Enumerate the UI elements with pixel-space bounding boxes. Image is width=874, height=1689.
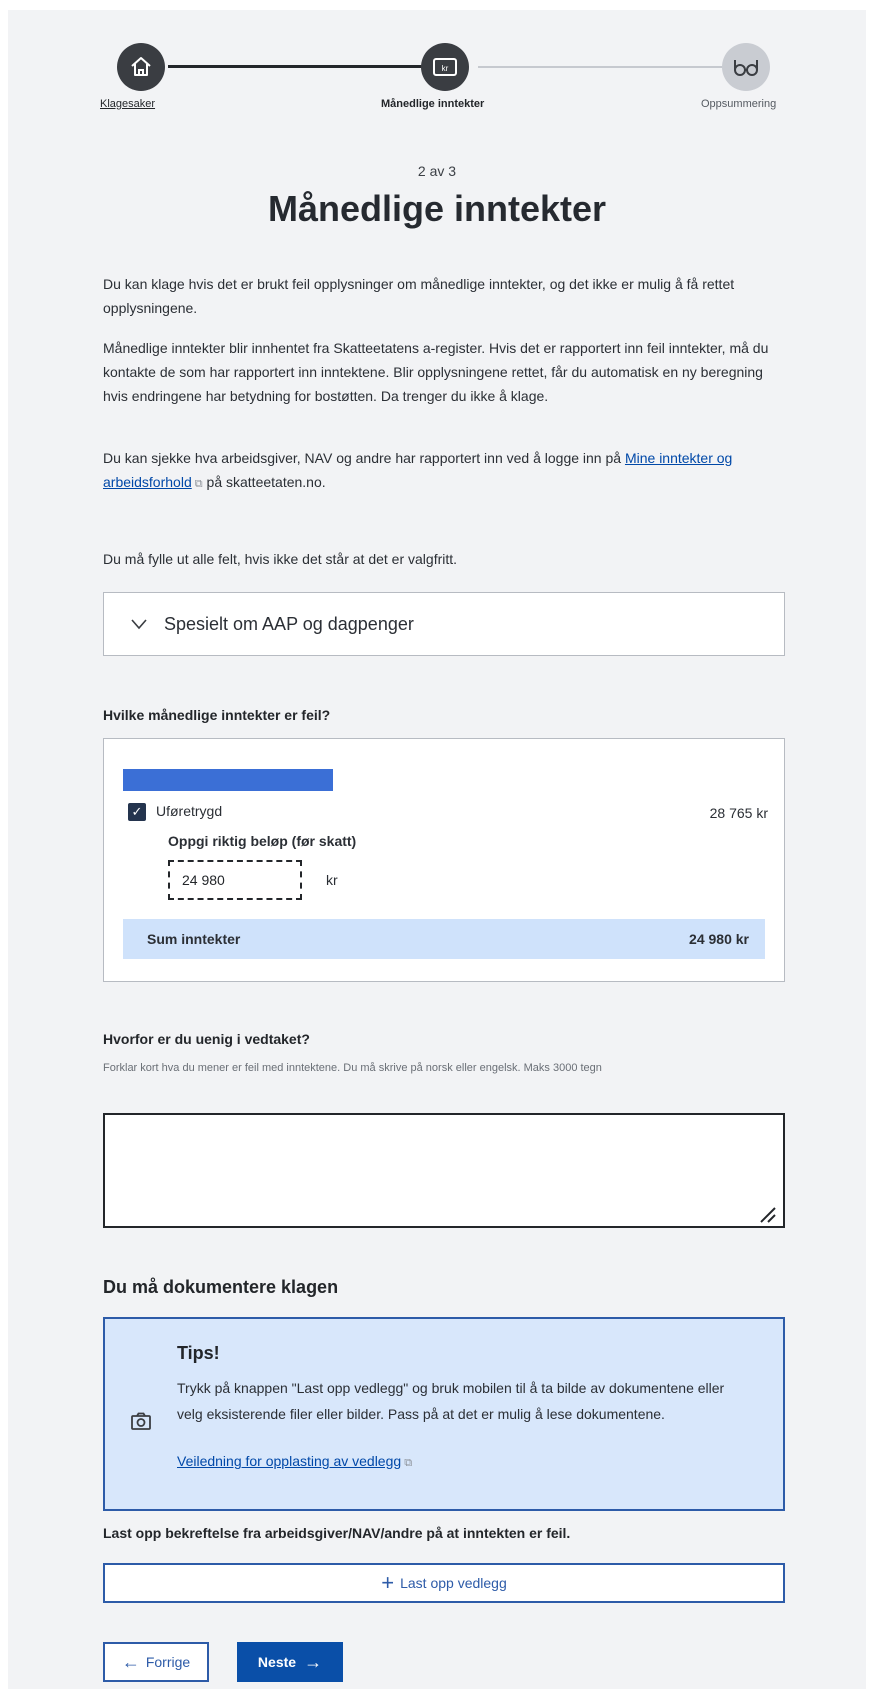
correct-amount-label: Oppgi riktig beløp (før skatt) <box>168 833 357 849</box>
arrow-right-icon: → <box>304 1651 323 1672</box>
documentation-heading: Du må dokumentere klagen <box>103 1277 339 1297</box>
uforetrygd-checkbox[interactable]: ✓ <box>128 803 146 821</box>
tips-text: Trykk på knappen "Last opp vedlegg" og b… <box>177 1380 725 1422</box>
amount-unit: kr <box>326 872 338 888</box>
step-2-label: Månedlige inntekter <box>381 98 485 110</box>
chevron-down-icon <box>131 619 147 630</box>
tips-link-wrapper: Veiledning for opplasting av vedlegg ⧉ <box>177 1453 412 1470</box>
why-label: Hvorfor er du uenig i vedtaket? <box>103 1031 310 1047</box>
previous-button-label: Forrige <box>145 1654 191 1670</box>
page: kr Klagesaker Månedlige inntekter Oppsum… <box>8 10 866 1689</box>
sum-row: Sum inntekter 24 980 kr <box>123 919 765 959</box>
previous-button[interactable]: ← Forrige <box>103 1642 209 1682</box>
correct-amount-input[interactable] <box>168 860 302 900</box>
sum-value: 24 980 kr <box>689 931 749 947</box>
intro-paragraph-2: Månedlige inntekter blir innhentet fra S… <box>103 340 769 404</box>
step-2-circle: kr <box>421 43 469 91</box>
upload-guide-link[interactable]: Veiledning for opplasting av vedlegg <box>177 1453 401 1469</box>
required-fields-note: Du må fylle ut alle felt, hvis ikke det … <box>103 551 458 567</box>
glasses-icon <box>734 60 758 76</box>
upload-attachment-button[interactable]: + Last opp vedlegg <box>103 1563 785 1603</box>
plus-icon: + <box>381 1570 395 1595</box>
next-button-label: Neste <box>257 1654 297 1670</box>
intro-paragraph-1: Du kan klage hvis det er brukt feil oppl… <box>103 276 735 316</box>
sum-label: Sum inntekter <box>147 931 241 947</box>
aap-dagpenger-accordion[interactable]: Spesielt om AAP og dagpenger <box>103 592 785 656</box>
income-question: Hvilke månedlige inntekter er feil? <box>103 707 331 723</box>
upload-button-label: Last opp vedlegg <box>400 1575 507 1591</box>
external-link-icon: ⧉ <box>401 1457 413 1469</box>
upload-note: Last opp bekreftelse fra arbeidsgiver/NA… <box>103 1525 571 1541</box>
step-counter: 2 av 3 <box>417 163 457 179</box>
intro-paragraph-3-text: Du kan sjekke hva arbeidsgiver, NAV og a… <box>103 450 622 466</box>
page-title: Månedlige inntekter <box>267 188 607 229</box>
why-textarea[interactable] <box>103 1113 785 1228</box>
income-item-label: Uføretrygd <box>156 803 223 819</box>
income-item-amount-value: 28 765 kr <box>709 805 768 821</box>
svg-text:kr: kr <box>442 64 449 73</box>
income-item-row: ✓ Uføretrygd 28 765 kr <box>128 799 768 825</box>
accordion-label: Spesielt om AAP og dagpenger <box>164 613 414 634</box>
step-3-circle <box>722 43 770 91</box>
camera-icon <box>131 1412 151 1430</box>
home-icon <box>131 57 151 76</box>
external-link-icon: ⧉ <box>191 478 203 490</box>
stepper-line-pending <box>478 66 726 68</box>
tips-box: Tips! Trykk på knappen "Last opp vedlegg… <box>103 1317 785 1511</box>
income-panel: ✓ Uføretrygd 28 765 kr Oppgi riktig belø… <box>103 738 785 982</box>
progress-stepper: kr Klagesaker Månedlige inntekter Oppsum… <box>8 10 866 120</box>
kr-icon: kr <box>433 58 457 76</box>
tips-title: Tips! <box>177 1343 220 1363</box>
step-1-link[interactable]: Klagesaker <box>100 98 155 110</box>
income-item-amount: 28 765 kr <box>710 805 768 821</box>
step-1-circle[interactable] <box>117 43 165 91</box>
why-hint: Forklar kort hva du mener er feil med in… <box>103 1062 602 1074</box>
intro-paragraph-3-suffix: på skatteetaten.no. <box>202 474 326 490</box>
step-3-label: Oppsummering <box>701 98 777 110</box>
next-button[interactable]: Neste → <box>237 1642 343 1682</box>
intro-paragraph-3: Du kan sjekke hva arbeidsgiver, NAV og a… <box>103 446 783 496</box>
resize-handle-icon[interactable] <box>759 1206 777 1224</box>
redacted-employer-name <box>123 769 333 791</box>
arrow-left-icon: ← <box>121 1651 140 1672</box>
stepper-line-completed <box>168 65 433 68</box>
